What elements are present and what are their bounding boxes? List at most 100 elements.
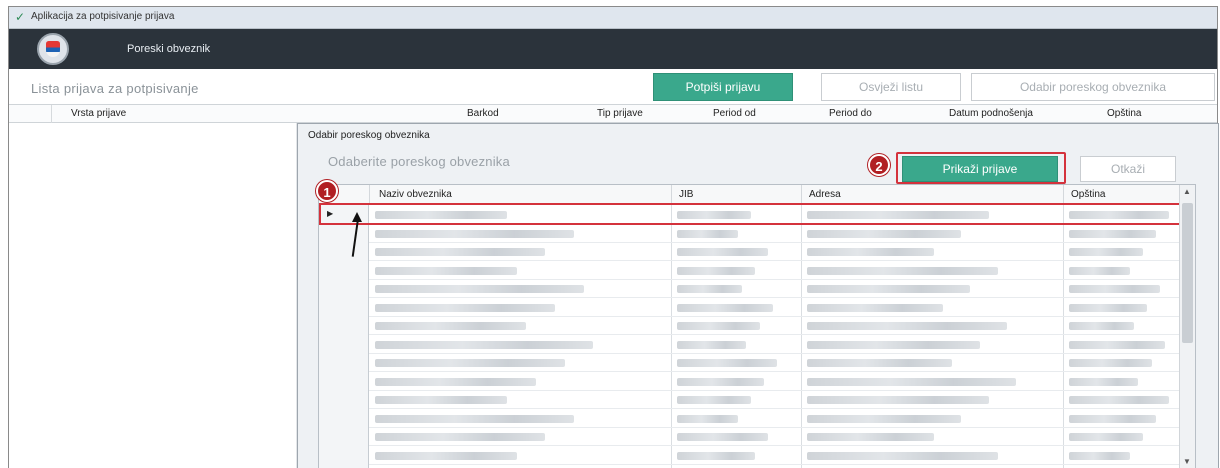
redacted-cell — [1069, 359, 1152, 367]
redacted-cell — [677, 248, 769, 256]
redacted-cell — [807, 340, 980, 349]
step-marker-1: 1 — [316, 180, 338, 202]
redacted-cell — [1069, 322, 1134, 330]
redacted-cell — [375, 303, 555, 312]
title-bar: ✓ Aplikacija za potpisivanje prijava — [9, 7, 1217, 29]
redacted-cell — [1069, 303, 1148, 312]
redacted-cell — [807, 303, 943, 312]
taxpayer-table-header: Naziv obveznika JIB Adresa Opština — [319, 185, 1195, 204]
select-taxpayer-dialog: Odabir poreskog obveznika Odaberite pore… — [297, 123, 1219, 468]
redacted-cell — [375, 396, 507, 404]
step-marker-2: 2 — [868, 154, 890, 176]
coat-of-arms-logo — [37, 33, 69, 65]
taxpayer-row[interactable] — [369, 354, 1195, 372]
redacted-cell — [1069, 266, 1130, 275]
taxpayer-row[interactable] — [369, 317, 1195, 335]
col-adresa[interactable]: Adresa — [809, 189, 841, 200]
vertical-scrollbar[interactable]: ▲ ▼ — [1179, 185, 1195, 468]
header-title: Poreski obveznik — [127, 43, 211, 55]
list-title: Lista prijava za potpisivanje — [31, 81, 199, 96]
redacted-cell — [375, 266, 517, 275]
redacted-cell — [1069, 248, 1143, 256]
redacted-cell — [677, 359, 778, 367]
declarations-grid-header: Vrsta prijave Barkod Tip prijave Period … — [9, 104, 1217, 124]
taxpayer-row[interactable] — [369, 299, 1195, 317]
redacted-cell — [677, 414, 738, 423]
redacted-cell — [677, 322, 760, 330]
redacted-cell — [1069, 451, 1130, 460]
redacted-cell — [1069, 377, 1139, 386]
redacted-cell — [677, 396, 751, 404]
redacted-cell — [1069, 433, 1143, 441]
redacted-cell — [807, 377, 1017, 386]
redacted-cell — [677, 285, 742, 293]
app-icon: ✓ — [15, 10, 26, 24]
taxpayer-row[interactable] — [369, 410, 1195, 428]
redacted-cell — [807, 359, 952, 367]
declarations-grid-body — [9, 123, 297, 468]
screenshot: ✓ Aplikacija za potpisivanje prijava Por… — [0, 0, 1220, 468]
redacted-cell — [807, 451, 998, 460]
redacted-cell — [807, 414, 962, 423]
redacted-cell — [807, 266, 998, 275]
col-period-do[interactable]: Period do — [829, 108, 872, 119]
column-divider — [801, 185, 802, 203]
redacted-cell — [375, 377, 536, 386]
highlight-show-button — [896, 152, 1066, 184]
redacted-cell — [375, 248, 546, 256]
taxpayer-row[interactable] — [369, 391, 1195, 409]
taxpayer-table: Naziv obveznika JIB Adresa Opština ▶ ▲ ▼ — [318, 184, 1196, 468]
dialog-subtitle: Odaberite poreskog obveznika — [328, 154, 510, 169]
redacted-cell — [677, 303, 773, 312]
redacted-cell — [677, 229, 738, 238]
app-window: ✓ Aplikacija za potpisivanje prijava Por… — [8, 6, 1219, 468]
redacted-cell — [1069, 414, 1156, 423]
redacted-cell — [375, 451, 517, 460]
col-tip-prijave[interactable]: Tip prijave — [597, 108, 643, 119]
toolbar: Lista prijava za potpisivanje Potpiši pr… — [9, 69, 1217, 103]
cancel-button[interactable]: Otkaži — [1080, 156, 1176, 182]
redacted-cell — [677, 266, 756, 275]
taxpayer-row[interactable] — [369, 243, 1195, 261]
redacted-cell — [375, 340, 594, 349]
redacted-cell — [807, 229, 962, 238]
col-barkod[interactable]: Barkod — [467, 108, 499, 119]
taxpayer-row[interactable] — [369, 428, 1195, 446]
redacted-cell — [807, 248, 934, 256]
redacted-cell — [1069, 396, 1170, 404]
scroll-thumb[interactable] — [1182, 203, 1193, 343]
redacted-cell — [807, 396, 989, 404]
scroll-down-icon[interactable]: ▼ — [1183, 457, 1191, 466]
col-period-od[interactable]: Period od — [713, 108, 756, 119]
col-opstina[interactable]: Opština — [1107, 108, 1141, 119]
selected-row-highlight — [319, 203, 1195, 225]
taxpayer-row[interactable] — [369, 447, 1195, 465]
redacted-cell — [677, 340, 747, 349]
scroll-up-icon[interactable]: ▲ — [1183, 187, 1191, 196]
column-divider — [369, 185, 370, 203]
select-taxpayer-button[interactable]: Odabir poreskog obveznika — [971, 73, 1215, 101]
taxpayer-row[interactable] — [369, 225, 1195, 243]
window-title: Aplikacija za potpisivanje prijava — [31, 11, 175, 22]
taxpayer-row[interactable] — [369, 262, 1195, 280]
col-vrsta-prijave[interactable]: Vrsta prijave — [71, 108, 126, 119]
col-naziv-obveznika[interactable]: Naziv obveznika — [379, 189, 452, 200]
redacted-cell — [677, 433, 769, 441]
row-header-column — [319, 204, 369, 468]
taxpayer-row[interactable] — [369, 280, 1195, 298]
redacted-cell — [1069, 340, 1165, 349]
refresh-button[interactable]: Osvježi listu — [821, 73, 961, 101]
col-datum-podnosenja[interactable]: Datum podnošenja — [949, 108, 1033, 119]
redacted-cell — [677, 377, 764, 386]
taxpayer-row[interactable] — [369, 373, 1195, 391]
app-header: Poreski obveznik — [9, 29, 1217, 69]
col-jib[interactable]: JIB — [679, 189, 693, 200]
redacted-cell — [375, 322, 527, 330]
redacted-cell — [375, 433, 546, 441]
taxpayer-row[interactable] — [369, 336, 1195, 354]
redacted-cell — [375, 414, 575, 423]
col-opstina[interactable]: Opština — [1071, 189, 1105, 200]
dialog-title: Odabir poreskog obveznika — [308, 130, 430, 141]
sign-button[interactable]: Potpiši prijavu — [653, 73, 793, 101]
column-divider — [1063, 185, 1064, 203]
